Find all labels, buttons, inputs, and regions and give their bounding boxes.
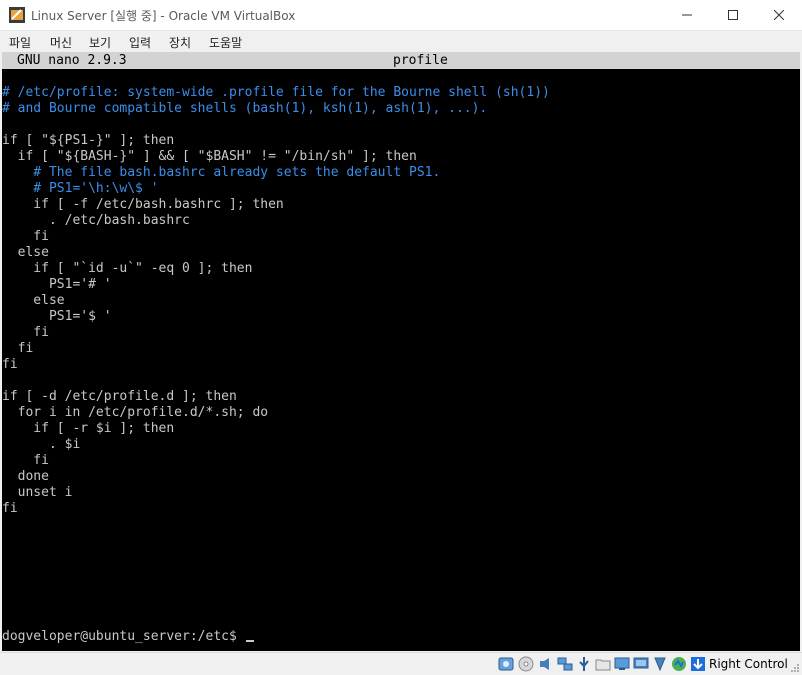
file-line: if [ -d /etc/profile.d ]; then xyxy=(2,389,237,404)
nano-filename: profile xyxy=(393,53,448,68)
virtualbox-app-icon xyxy=(9,7,25,23)
file-line: # /etc/profile: system-wide .profile fil… xyxy=(2,85,550,100)
keyboard-capture-icon[interactable] xyxy=(690,656,706,672)
file-line: fi xyxy=(2,501,18,516)
file-line: fi xyxy=(2,341,34,356)
menu-item-devices[interactable]: 장치 xyxy=(169,34,191,51)
recording-icon[interactable] xyxy=(652,656,668,672)
file-line: fi xyxy=(2,229,49,244)
file-line: PS1='$ ' xyxy=(2,309,112,324)
window-titlebar[interactable]: Linux Server [실행 중] - Oracle VM VirtualB… xyxy=(0,0,802,31)
minimize-button[interactable] xyxy=(664,0,710,30)
file-line: # The file bash.bashrc already sets the … xyxy=(2,165,441,180)
close-button[interactable] xyxy=(756,0,802,30)
file-line: unset i xyxy=(2,485,73,500)
file-line: . /etc/bash.bashrc xyxy=(2,213,190,228)
nano-header-bar: GNU nano 2.9.3 profile xyxy=(2,52,800,69)
file-line: fi xyxy=(2,325,49,340)
vm-terminal-screen[interactable]: GNU nano 2.9.3 profile # /etc/profile: s… xyxy=(2,52,800,651)
shell-prompt: dogveloper@ubuntu_server:/etc$ xyxy=(2,629,254,645)
menu-item-input[interactable]: 입력 xyxy=(129,34,151,51)
maximize-icon xyxy=(728,10,738,20)
file-line: for i in /etc/profile.d/*.sh; do xyxy=(2,405,269,420)
file-line: if [ "`id -u`" -eq 0 ]; then xyxy=(2,261,253,276)
window-title: Linux Server [실행 중] - Oracle VM VirtualB… xyxy=(31,9,296,23)
menu-item-help[interactable]: 도움말 xyxy=(209,34,242,51)
file-line: if [ "${PS1-}" ]; then xyxy=(2,133,175,148)
nano-version: GNU nano 2.9.3 xyxy=(17,53,127,68)
close-icon xyxy=(774,10,784,20)
network-icon[interactable] xyxy=(557,656,573,672)
resize-grip-icon[interactable] xyxy=(790,663,800,673)
file-line: PS1='# ' xyxy=(2,277,112,292)
maximize-button[interactable] xyxy=(710,0,756,30)
file-line: if [ -r $i ]; then xyxy=(2,421,175,436)
display-icon[interactable] xyxy=(614,656,630,672)
file-line: if [ -f /etc/bash.bashrc ]; then xyxy=(2,197,284,212)
status-bar: Right Control xyxy=(0,652,802,675)
audio-icon[interactable] xyxy=(538,656,554,672)
file-line: else xyxy=(2,245,49,260)
host-key-label: Right Control xyxy=(709,657,788,671)
video-capture-icon[interactable] xyxy=(633,656,649,672)
menu-item-view[interactable]: 보기 xyxy=(89,34,111,51)
shell-prompt-text: dogveloper@ubuntu_server:/etc$ xyxy=(2,629,245,644)
file-line: else xyxy=(2,293,65,308)
optical-drive-icon[interactable] xyxy=(518,656,534,672)
usb-icon[interactable] xyxy=(576,656,592,672)
menu-bar: 파일 머신 보기 입력 장치 도움말 xyxy=(0,31,802,52)
file-line: # and Bourne compatible shells (bash(1),… xyxy=(2,101,488,116)
hard-disk-icon[interactable] xyxy=(498,656,514,672)
file-line: fi xyxy=(2,357,18,372)
file-line: . $i xyxy=(2,437,81,452)
minimize-icon xyxy=(682,14,692,16)
file-line: done xyxy=(2,469,49,484)
file-line: if [ "${BASH-}" ] && [ "$BASH" != "/bin/… xyxy=(2,149,417,164)
shared-folders-icon[interactable] xyxy=(595,656,611,672)
file-line: fi xyxy=(2,453,49,468)
mouse-integration-icon[interactable] xyxy=(671,656,687,672)
text-cursor xyxy=(245,640,254,642)
menu-item-machine[interactable]: 머신 xyxy=(50,34,72,51)
menu-item-file[interactable]: 파일 xyxy=(9,34,31,51)
file-line: # PS1='\h:\w\$ ' xyxy=(2,181,159,196)
